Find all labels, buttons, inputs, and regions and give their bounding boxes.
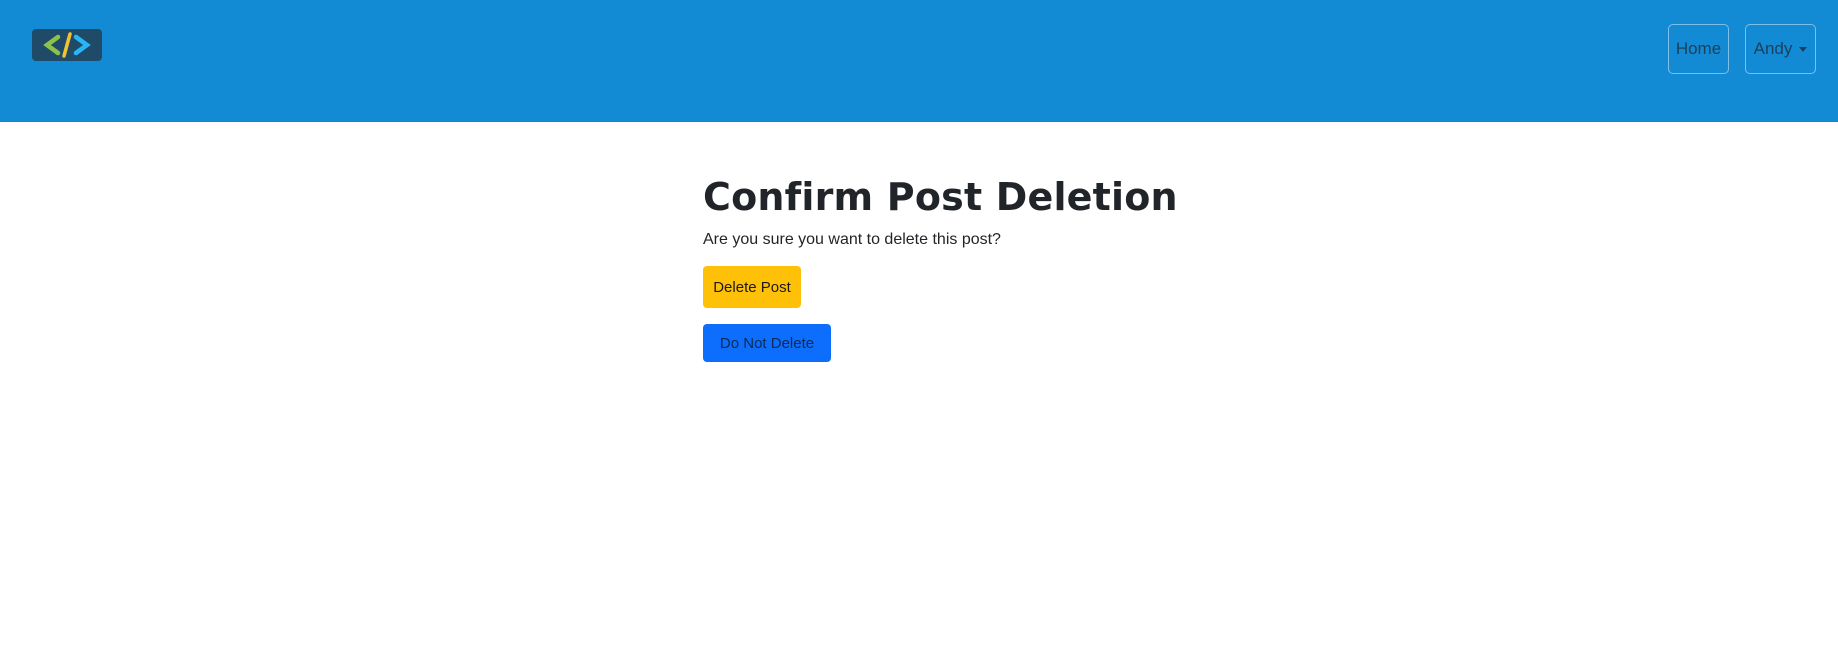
home-link[interactable]: Home: [1668, 24, 1729, 74]
code-brackets-icon: [43, 32, 91, 58]
navbar: Home Andy: [0, 0, 1838, 122]
user-name-label: Andy: [1753, 39, 1793, 58]
home-link-label: Home: [1675, 39, 1722, 58]
main-content: Confirm Post Deletion Are you sure you w…: [703, 170, 1403, 362]
page-title: Confirm Post Deletion: [703, 175, 1178, 219]
do-not-delete-button[interactable]: Do Not Delete: [703, 324, 831, 362]
site-logo[interactable]: [32, 29, 102, 61]
delete-post-button[interactable]: Delete Post: [703, 266, 801, 308]
user-menu-dropdown[interactable]: Andy: [1745, 24, 1816, 74]
confirmation-message: Are you sure you want to delete this pos…: [703, 231, 1001, 248]
caret-down-icon: [1799, 46, 1808, 52]
